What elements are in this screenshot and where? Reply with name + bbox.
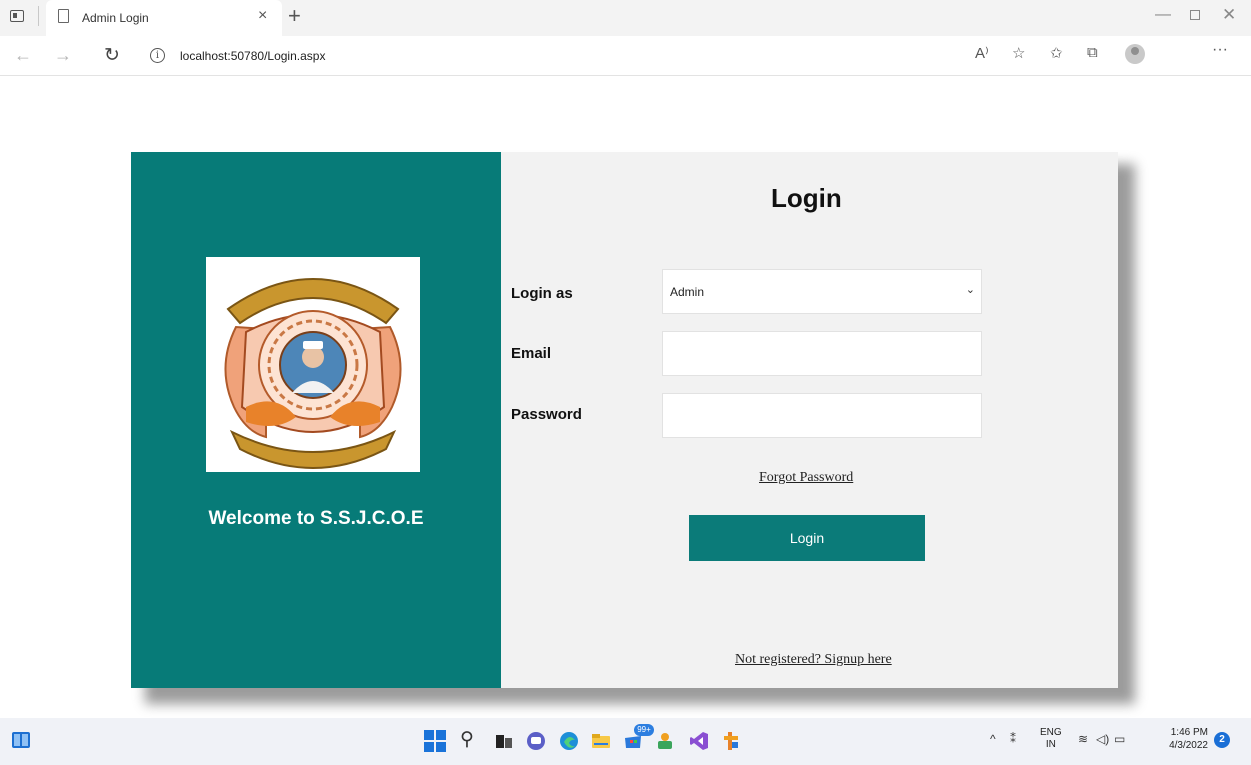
notification-badge[interactable]: 2	[1214, 732, 1230, 748]
screen: Admin Login × + — ✕ ← → ↻ i localhost:50…	[0, 0, 1251, 765]
add-favorite-icon[interactable]: ☆	[1012, 44, 1025, 62]
minimize-icon[interactable]: —	[1155, 6, 1171, 24]
tray-app-icon[interactable]: ⁑	[1010, 732, 1016, 746]
login-as-label: Login as	[511, 285, 573, 302]
start-icon[interactable]	[424, 730, 446, 752]
read-aloud-icon[interactable]: A⁾	[975, 44, 989, 62]
tray-expand-icon[interactable]: ^	[990, 732, 996, 746]
new-tab-icon[interactable]: +	[288, 5, 301, 27]
favorites-icon[interactable]: ✩	[1050, 44, 1063, 62]
info-icon[interactable]: i	[150, 48, 165, 63]
task-view-icon[interactable]	[493, 730, 515, 752]
page-title: Login	[771, 183, 842, 213]
welcome-panel: Welcome to S.S.J.C.O.E	[131, 152, 501, 688]
welcome-heading: Welcome to S.S.J.C.O.E	[208, 508, 424, 529]
store-badge: 99+	[634, 724, 654, 736]
back-icon[interactable]: ←	[14, 45, 32, 66]
tab-separator	[38, 6, 39, 26]
volume-icon[interactable]: ◁)	[1096, 732, 1109, 746]
collections-icon[interactable]: ⧉	[1087, 44, 1098, 61]
chevron-down-icon: ⌄	[965, 284, 975, 296]
url-text[interactable]: localhost:50780/Login.aspx	[180, 49, 325, 63]
maximize-icon[interactable]	[1190, 10, 1200, 20]
language-code: ENG	[1040, 727, 1062, 738]
search-icon[interactable]: ⚲	[460, 728, 482, 750]
visual-studio-icon[interactable]	[688, 730, 710, 752]
login-as-value: Admin	[670, 285, 705, 299]
browser-address-bar: ← → ↻ i localhost:50780/Login.aspx A⁾ ☆ …	[0, 36, 1251, 76]
region-code: IN	[1045, 739, 1056, 750]
app-icon-2[interactable]	[720, 730, 742, 752]
page-icon	[58, 9, 69, 23]
clock-time: 1:46 PM	[1170, 727, 1208, 738]
widgets-icon[interactable]	[12, 732, 30, 748]
more-menu-icon[interactable]: ···	[1212, 41, 1228, 59]
language-indicator[interactable]: ENG IN	[1040, 727, 1062, 751]
email-label: Email	[511, 345, 552, 362]
tab-actions-icon[interactable]	[10, 10, 24, 22]
url-field[interactable]: i localhost:50780/Login.aspx	[140, 41, 960, 71]
reload-icon[interactable]: ↻	[104, 44, 120, 67]
signup-link[interactable]: Not registered? Signup here	[735, 652, 892, 668]
windows-taskbar: ⚲ 99+ ^ ⁑ ENG IN ≋ ◁) ▭ 1:46 PM 4/3/2022…	[0, 718, 1251, 765]
college-logo	[206, 257, 420, 472]
chat-icon[interactable]	[525, 730, 547, 752]
profile-avatar[interactable]	[1125, 44, 1145, 64]
password-label: Password	[511, 406, 582, 423]
forward-icon[interactable]: →	[54, 45, 72, 66]
login-panel: Login Login as Admin ⌄ Email Password Fo…	[501, 152, 1118, 688]
password-field[interactable]	[662, 393, 982, 438]
login-button[interactable]: Login	[689, 515, 925, 561]
window-close-icon[interactable]: ✕	[1222, 5, 1236, 25]
browser-tab-bar: Admin Login × + — ✕	[0, 0, 1251, 36]
wifi-icon[interactable]: ≋	[1078, 732, 1088, 746]
forgot-password-link[interactable]: Forgot Password	[759, 470, 853, 486]
email-field[interactable]	[662, 331, 982, 376]
file-explorer-icon[interactable]	[590, 730, 612, 752]
clock-date: 4/3/2022	[1169, 740, 1208, 751]
college-seal-emblem	[224, 278, 402, 469]
login-as-select[interactable]: Admin ⌄	[662, 269, 982, 314]
system-clock[interactable]: 1:46 PM 4/3/2022	[1160, 726, 1208, 752]
app-icon[interactable]	[654, 730, 676, 752]
tab-title: Admin Login	[82, 11, 149, 25]
tab-admin-login[interactable]: Admin Login ×	[46, 0, 282, 36]
tab-close-icon[interactable]: ×	[258, 8, 267, 24]
edge-icon[interactable]	[558, 730, 580, 752]
battery-icon[interactable]: ▭	[1114, 732, 1125, 746]
